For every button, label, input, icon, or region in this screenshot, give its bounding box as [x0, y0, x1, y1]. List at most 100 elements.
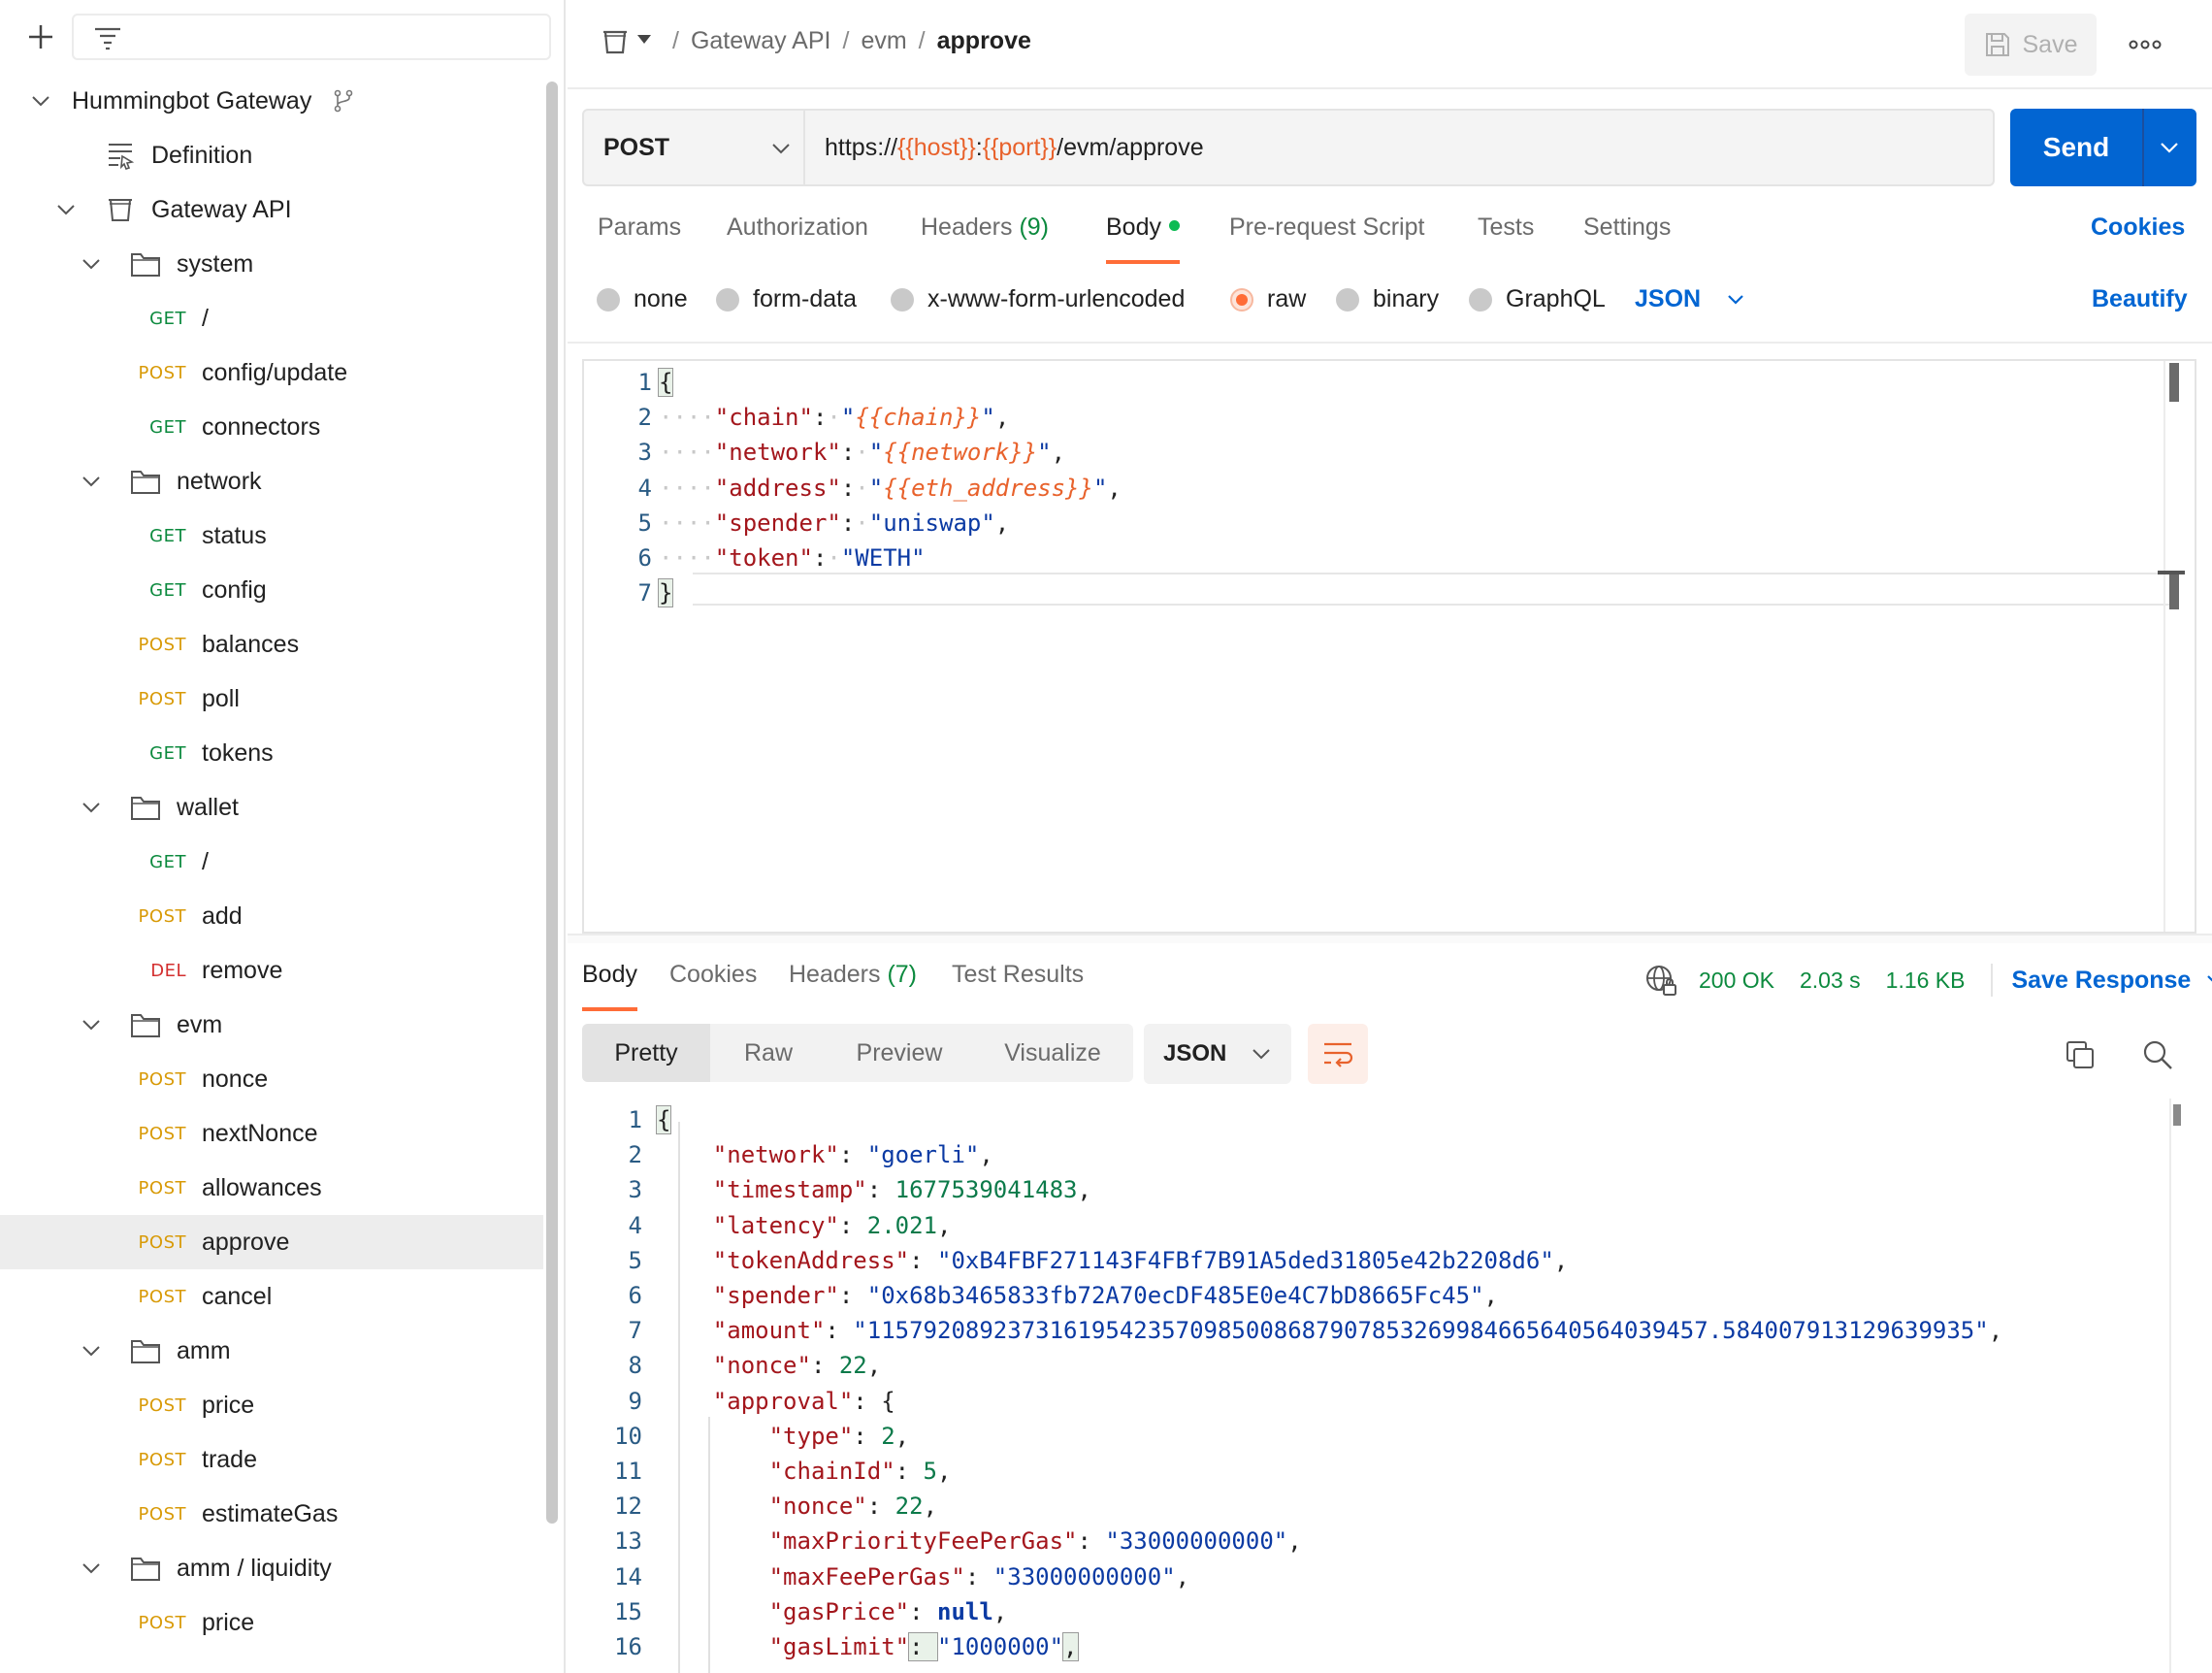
- folder-item[interactable]: evm: [0, 998, 543, 1052]
- tab-tests[interactable]: Tests: [1478, 213, 1534, 264]
- cookies-link[interactable]: Cookies: [2091, 213, 2185, 242]
- radio-button[interactable]: [597, 287, 620, 312]
- folder-item[interactable]: amm / liquidity: [0, 1541, 543, 1595]
- view-raw[interactable]: Raw: [710, 1024, 827, 1082]
- chevron-down-icon[interactable]: [54, 198, 78, 221]
- body-mode-none[interactable]: none: [597, 285, 688, 313]
- folder-item[interactable]: network: [0, 454, 543, 508]
- chevron-down-icon[interactable]: [80, 796, 103, 819]
- radio-button[interactable]: [716, 287, 739, 312]
- plus-icon[interactable]: [21, 17, 60, 56]
- request-item[interactable]: allowances POST: [0, 1161, 543, 1215]
- chevron-down-icon[interactable]: [80, 470, 103, 493]
- pane-resize-handle[interactable]: [568, 934, 2212, 943]
- request-item[interactable]: config GET: [0, 563, 543, 617]
- wrap-lines-button[interactable]: [1308, 1024, 1368, 1084]
- breadcrumb-evm[interactable]: evm: [861, 27, 906, 54]
- radio-button[interactable]: [1469, 287, 1492, 312]
- folder-item[interactable]: amm: [0, 1324, 543, 1378]
- body-mode-binary[interactable]: binary: [1336, 285, 1439, 313]
- send-button[interactable]: Send: [2010, 109, 2196, 186]
- line-number: 13: [614, 1527, 642, 1556]
- request-item[interactable]: balances POST: [0, 617, 543, 672]
- response-size[interactable]: 1.16 KB: [1886, 968, 1966, 994]
- tab-settings[interactable]: Settings: [1583, 213, 1671, 264]
- code-token: "115792089237316195423570985008687907853…: [853, 1317, 1989, 1345]
- response-body-viewer[interactable]: 1 {2 "network": "goerli", 3 "timestamp": 1…: [582, 1099, 2196, 1673]
- request-item[interactable]: nextNonce POST: [0, 1106, 543, 1161]
- sidebar-scrollbar[interactable]: [546, 82, 558, 1524]
- response-tab-test-results[interactable]: Test Results: [952, 961, 1084, 1011]
- sidebar-filter-input[interactable]: [72, 14, 551, 60]
- response-tab-cookies[interactable]: Cookies: [669, 961, 757, 1011]
- save-button[interactable]: Save: [1965, 14, 2097, 76]
- editor-scrollbar[interactable]: [2169, 363, 2179, 402]
- radio-button[interactable]: [1336, 287, 1359, 312]
- request-body-editor[interactable]: 1{2 ····"chain":·"{{chain}}", 3 ····"networ…: [582, 359, 2196, 934]
- url-input[interactable]: https://{{host}}: {{port}}/evm/approve: [805, 109, 1995, 186]
- body-format-select[interactable]: JSON: [1635, 285, 1745, 313]
- method-select[interactable]: POST: [582, 109, 805, 186]
- copy-icon[interactable]: [2064, 1038, 2097, 1071]
- request-item[interactable]: nonce POST: [0, 1052, 543, 1106]
- response-tab-body[interactable]: Body: [582, 961, 637, 1011]
- request-item[interactable]: status GET: [0, 508, 543, 563]
- globe-lock-icon[interactable]: [1644, 964, 1677, 997]
- chevron-down-icon[interactable]: [80, 1557, 103, 1580]
- request-item[interactable]: add POST: [0, 889, 543, 943]
- response-time[interactable]: 2.03 s: [1800, 968, 1861, 994]
- folder-item[interactable]: system: [0, 237, 543, 291]
- tab-authorization[interactable]: Authorization: [727, 213, 868, 264]
- code-token: ,: [1553, 1246, 1569, 1274]
- response-tab-headers[interactable]: Headers (7): [789, 961, 917, 1011]
- beautify-link[interactable]: Beautify: [2092, 285, 2188, 313]
- chevron-down-icon[interactable]: [29, 89, 52, 113]
- code-token: "0x68b3465833fb72A70ecDF485E0e4C7bD8665F…: [866, 1282, 1484, 1309]
- response-scrollbar[interactable]: [2173, 1104, 2181, 1126]
- chevron-down-icon[interactable]: [2158, 136, 2181, 159]
- request-item[interactable]: config/update POST: [0, 345, 543, 400]
- tree-item[interactable]: Definition: [0, 128, 543, 182]
- tab-body[interactable]: Body: [1106, 213, 1180, 264]
- request-item[interactable]: / GET: [0, 291, 543, 345]
- request-item[interactable]: connectors GET: [0, 400, 543, 454]
- chevron-down-icon[interactable]: [80, 1339, 103, 1362]
- view-preview[interactable]: Preview: [827, 1024, 972, 1082]
- tree-item[interactable]: Hummingbot Gateway: [0, 74, 543, 128]
- request-item[interactable]: trade POST: [0, 1432, 543, 1487]
- body-mode-form-data[interactable]: form-data: [716, 285, 857, 313]
- request-item[interactable]: price POST: [0, 1595, 543, 1650]
- body-mode-x-www-form-urlencoded[interactable]: x-www-form-urlencoded: [891, 285, 1185, 313]
- request-item[interactable]: / GET: [0, 835, 543, 889]
- tree-item[interactable]: Gateway API: [0, 182, 543, 237]
- chevron-down-icon[interactable]: [80, 252, 103, 276]
- response-format-select[interactable]: JSON: [1144, 1024, 1291, 1084]
- view-visualize[interactable]: Visualize: [972, 1024, 1133, 1082]
- request-item[interactable]: tokens GET: [0, 726, 543, 780]
- status-code[interactable]: 200 OK: [1699, 968, 1774, 994]
- request-item[interactable]: approve POST: [0, 1215, 543, 1269]
- radio-button[interactable]: [891, 287, 914, 312]
- request-item[interactable]: cancel POST: [0, 1269, 543, 1324]
- body-mode-graphql[interactable]: GraphQL: [1469, 285, 1606, 313]
- chevron-down-icon[interactable]: [637, 35, 651, 45]
- tab-params[interactable]: Params: [598, 213, 681, 264]
- tree-item-label: cancel: [202, 1282, 273, 1310]
- request-item[interactable]: remove DEL: [0, 943, 543, 998]
- request-item[interactable]: poll POST: [0, 672, 543, 726]
- request-item[interactable]: estimateGas POST: [0, 1487, 543, 1541]
- request-item[interactable]: price POST: [0, 1378, 543, 1432]
- radio-button[interactable]: [1230, 287, 1253, 312]
- request-name[interactable]: approve: [937, 27, 1031, 54]
- chevron-down-icon[interactable]: [80, 1013, 103, 1036]
- body-mode-raw[interactable]: raw: [1230, 285, 1306, 313]
- more-icon[interactable]: [2126, 27, 2164, 62]
- tab-headers[interactable]: Headers (9): [921, 213, 1049, 264]
- search-icon[interactable]: [2141, 1038, 2174, 1071]
- tab-pre-request-script[interactable]: Pre-request Script: [1229, 213, 1424, 264]
- view-pretty[interactable]: Pretty: [582, 1024, 710, 1082]
- folder-item[interactable]: wallet: [0, 780, 543, 835]
- save-response-button[interactable]: Save Response: [2012, 967, 2212, 995]
- breadcrumb-gateway-api[interactable]: Gateway API: [691, 27, 831, 54]
